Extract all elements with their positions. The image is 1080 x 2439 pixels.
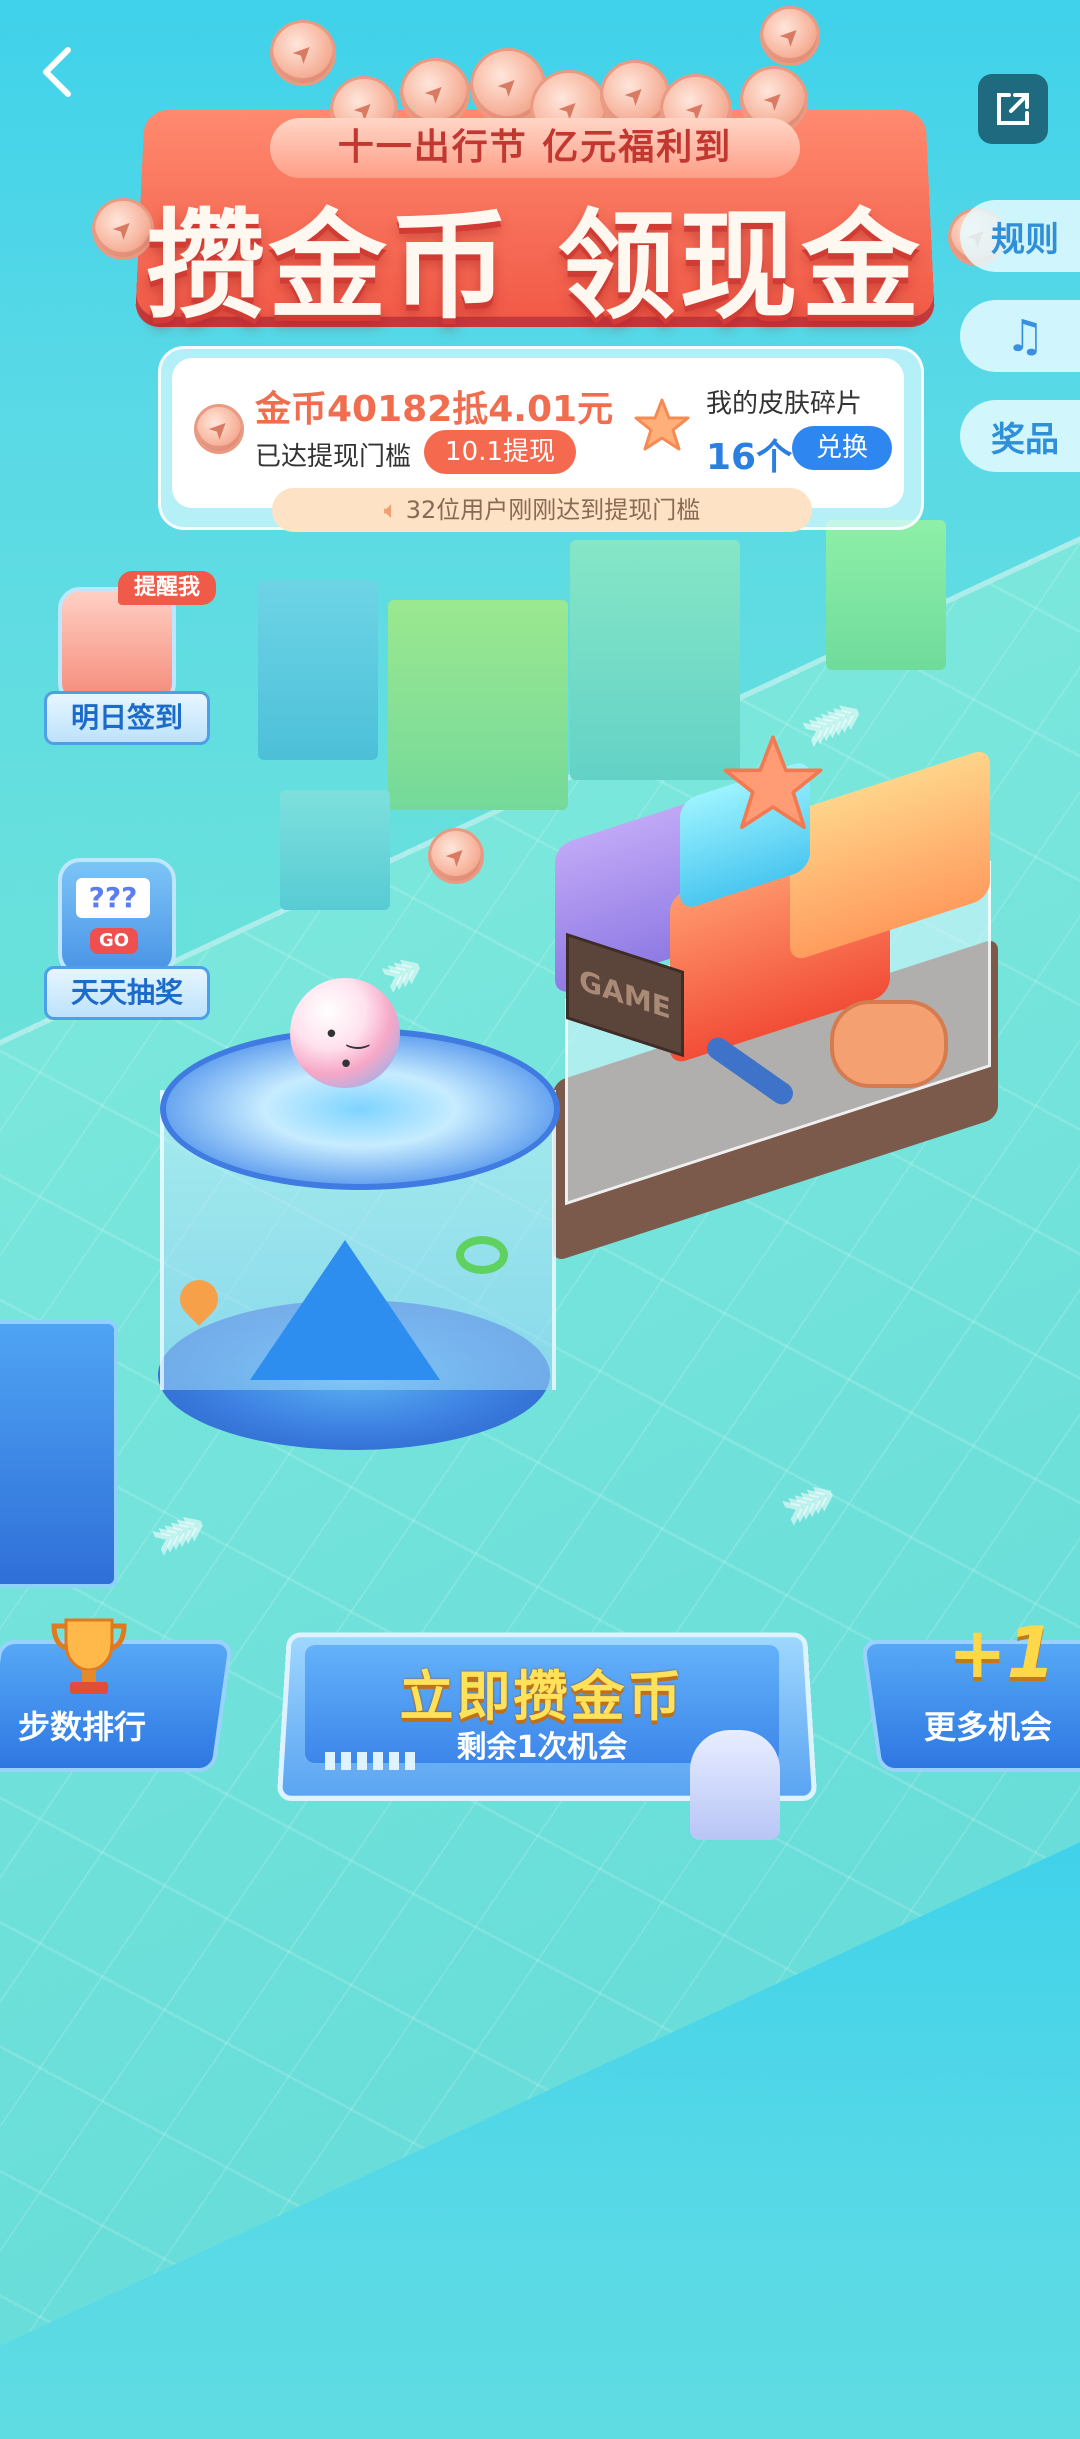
coin-decoration [760, 6, 820, 66]
background-tower [388, 600, 568, 810]
step-ranking-label: 步数排行 [18, 1708, 147, 1746]
remind-me-tag[interactable]: 提醒我 [118, 571, 216, 605]
prizes-label: 奖品 [991, 419, 1059, 460]
slot-screen: ??? [76, 878, 150, 918]
lottery-entry[interactable]: ??? GO 天天抽奖 [40, 858, 210, 1028]
background-tower [280, 790, 390, 910]
music-button[interactable]: ♫ [960, 300, 1080, 372]
star-icon [632, 396, 692, 456]
coin-balance: 金币40182抵4.01元 [255, 389, 614, 430]
collect-coins-label: 立即攒金币 [399, 1665, 685, 1728]
coin-icon [194, 404, 244, 454]
music-note-icon: ♫ [1005, 310, 1045, 362]
navigation-arrow-icon [250, 1240, 440, 1380]
checkin-label: 明日签到 [44, 691, 210, 745]
game-machine-hotspot[interactable] [553, 740, 998, 1210]
skin-fragments-count: 16个 [706, 437, 793, 478]
rules-button[interactable]: 规则 [960, 200, 1080, 272]
background-tower [826, 520, 946, 670]
back-button[interactable] [38, 42, 78, 102]
plus-one-badge: +1 [948, 1612, 1056, 1694]
skin-fragments-label: 我的皮肤碎片 [706, 389, 863, 419]
notice-text: 32位用户刚刚达到提现门槛 [405, 496, 701, 524]
stripe-decoration [325, 1752, 415, 1770]
prizes-button[interactable]: 奖品 [960, 400, 1080, 472]
exchange-button[interactable]: 兑换 [792, 426, 892, 470]
banner-title: 攒金币 领现金 [146, 197, 924, 335]
speaker-icon: 🔈︎ [383, 496, 399, 524]
mascot-face-icon: • ‿ • [323, 1020, 369, 1080]
slot-machine-icon: ??? GO [58, 858, 176, 976]
threshold-label: 已达提现门槛 [255, 442, 412, 472]
rules-label: 规则 [991, 219, 1059, 260]
banner-subtitle: 十一出行节 亿元福利到 [270, 118, 800, 178]
more-chances-label: 更多机会 [924, 1708, 1053, 1746]
ring-decoration [456, 1236, 508, 1274]
share-icon [997, 93, 1029, 125]
notice-bar: 🔈︎ 32位用户刚刚达到提现门槛 [272, 488, 812, 532]
coin-decoration [270, 20, 336, 86]
trophy-icon [44, 1610, 134, 1700]
share-button[interactable] [978, 74, 1048, 144]
withdraw-button[interactable]: 10.1提现 [424, 430, 576, 474]
chevron-left-icon [43, 47, 71, 97]
background-tower [258, 580, 378, 760]
lottery-label: 天天抽奖 [44, 966, 210, 1020]
pointing-hand-icon [690, 1730, 780, 1840]
left-edge-platform [0, 1320, 118, 1588]
floating-coin[interactable] [428, 828, 484, 884]
go-button-icon: GO [90, 928, 138, 954]
